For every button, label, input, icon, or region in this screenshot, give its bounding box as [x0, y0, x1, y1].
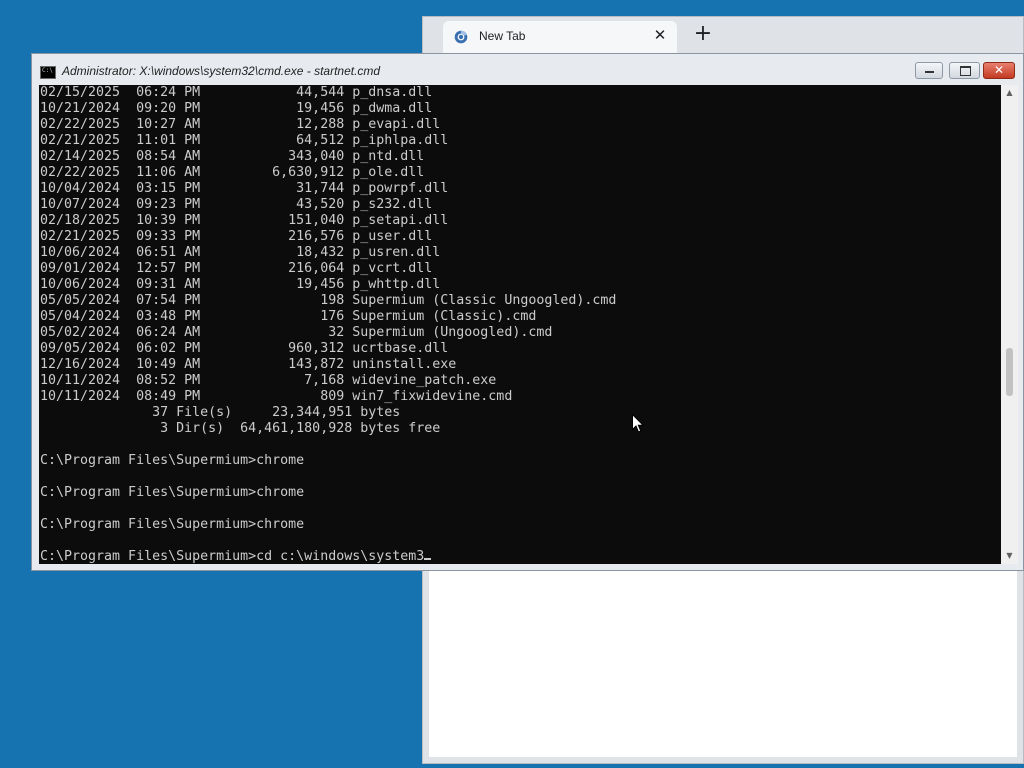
console-output[interactable]: 02/15/2025 06:24 PM 44,544 p_dnsa.dll 10/… — [39, 85, 1001, 564]
console-line: 12/16/2024 10:49 AM 143,872 uninstall.ex… — [40, 357, 457, 372]
console-line: 10/11/2024 08:49 PM 809 win7_fixwidevine… — [40, 389, 513, 404]
prompt-text: C:\Program Files\Supermium>cd c:\windows… — [40, 549, 425, 564]
console-line: 05/05/2024 07:54 PM 198 Supermium (Class… — [40, 293, 617, 308]
console-line: 10/21/2024 09:20 PM 19,456 p_dwma.dll — [40, 101, 433, 116]
maximize-icon — [960, 66, 971, 76]
text-cursor — [424, 558, 432, 560]
console-line: 10/11/2024 08:52 PM 7,168 widevine_patch… — [40, 373, 497, 388]
cmd-app-icon[interactable]: C:\ — [40, 66, 56, 79]
close-button[interactable]: ✕ — [983, 62, 1015, 79]
cmd-titlebar[interactable]: C:\ Administrator: X:\windows\system32\c… — [32, 54, 1023, 86]
vertical-scrollbar[interactable]: ▲ ▼ — [1001, 85, 1018, 564]
console-line: 02/21/2025 11:01 PM 64,512 p_iphlpa.dll — [40, 133, 449, 148]
minimize-icon — [925, 71, 934, 73]
console-lines: 02/15/2025 06:24 PM 44,544 p_dnsa.dll 10/… — [39, 85, 1001, 549]
console-line: 10/07/2024 09:23 PM 43,520 p_s232.dll — [40, 197, 433, 212]
console-line: 05/02/2024 06:24 AM 32 Supermium (Ungoog… — [40, 325, 553, 340]
console-line: 10/06/2024 09:31 AM 19,456 p_whttp.dll — [40, 277, 441, 292]
cmd-window[interactable]: C:\ Administrator: X:\windows\system32\c… — [31, 53, 1024, 571]
browser-tabstrip: New Tab ✕ + — [423, 17, 1023, 53]
mouse-pointer-icon — [632, 414, 644, 433]
supermium-logo-icon — [454, 30, 468, 44]
console-line: 02/15/2025 06:24 PM 44,544 p_dnsa.dll — [40, 85, 433, 100]
close-icon: ✕ — [993, 63, 1005, 77]
scroll-up-arrow-icon[interactable]: ▲ — [1001, 85, 1018, 101]
console-line: 10/04/2024 03:15 PM 31,744 p_powrpf.dll — [40, 181, 449, 196]
minimize-button[interactable] — [915, 62, 943, 79]
console-line: 02/22/2025 11:06 AM 6,630,912 p_ole.dll — [40, 165, 425, 180]
console-line: 05/04/2024 03:48 PM 176 Supermium (Class… — [40, 309, 537, 324]
console-line: 09/05/2024 06:02 PM 960,312 ucrtbase.dll — [40, 341, 449, 356]
console-prompt-line[interactable]: C:\Program Files\Supermium>cd c:\windows… — [39, 549, 1001, 564]
console-line: 3 Dir(s) 64,461,180,928 bytes free — [40, 421, 441, 436]
console-line: C:\Program Files\Supermium>chrome — [40, 453, 305, 468]
new-tab-button[interactable]: + — [691, 22, 715, 46]
console-line: 02/21/2025 09:33 PM 216,576 p_user.dll — [40, 229, 433, 244]
cmd-app-icon-text: C:\ — [42, 67, 53, 74]
tab-new-tab[interactable]: New Tab ✕ — [443, 21, 677, 53]
console-line: 10/06/2024 06:51 AM 18,432 p_usren.dll — [40, 245, 441, 260]
console-line: C:\Program Files\Supermium>chrome — [40, 485, 305, 500]
console-line: 02/18/2025 10:39 PM 151,040 p_setapi.dll — [40, 213, 449, 228]
window-title: Administrator: X:\windows\system32\cmd.e… — [62, 64, 381, 78]
console-line: C:\Program Files\Supermium>chrome — [40, 517, 305, 532]
console-line: 37 File(s) 23,344,951 bytes — [40, 405, 401, 420]
tab-close-icon[interactable]: ✕ — [652, 27, 668, 43]
tab-title: New Tab — [479, 29, 526, 43]
console-line: 02/22/2025 10:27 AM 12,288 p_evapi.dll — [40, 117, 441, 132]
console-line: 09/01/2024 12:57 PM 216,064 p_vcrt.dll — [40, 261, 433, 276]
scrollbar-thumb[interactable] — [1006, 348, 1013, 397]
maximize-button[interactable] — [949, 62, 980, 79]
console-line: 02/14/2025 08:54 AM 343,040 p_ntd.dll — [40, 149, 425, 164]
scroll-down-arrow-icon[interactable]: ▼ — [1001, 548, 1018, 564]
